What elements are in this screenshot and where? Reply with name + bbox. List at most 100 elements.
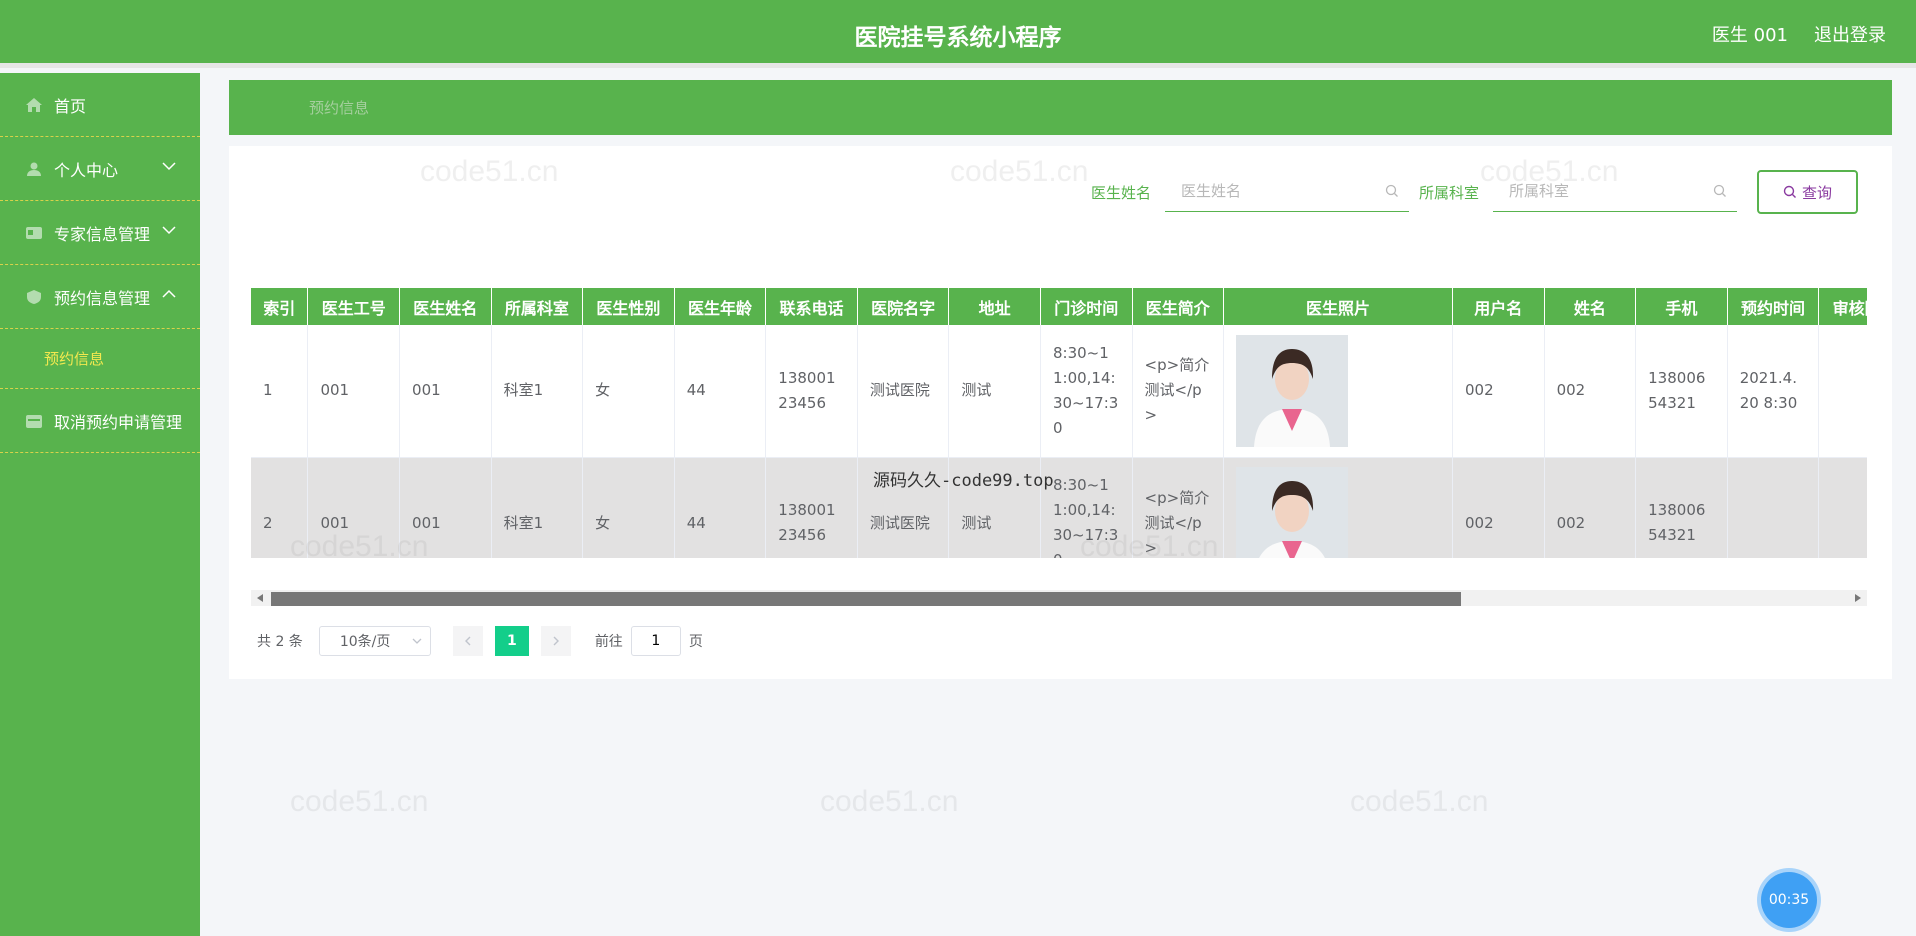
- column-header: 医院名字: [857, 288, 950, 325]
- doctor-name-input[interactable]: [1164, 172, 1365, 210]
- cell-appointment-time: [1727, 457, 1820, 558]
- cell-doctor-name: 001: [399, 457, 492, 558]
- query-button-label: 查询: [1801, 183, 1832, 202]
- chevron-right-icon: [553, 636, 559, 646]
- sidebar-item-label: 首页: [54, 96, 87, 116]
- cell-mobile: 13800654321: [1635, 457, 1728, 558]
- goto-label: 前往: [594, 634, 623, 650]
- column-header: 手机: [1635, 288, 1728, 325]
- cell-name: 002: [1544, 325, 1637, 458]
- cell-hospital: 测试医院: [857, 325, 950, 458]
- sidebar-subitem-appointment-info[interactable]: 预约信息: [0, 329, 200, 389]
- cell-username: 002: [1452, 457, 1545, 558]
- column-header: 联系电话: [765, 288, 858, 325]
- column-header: 用户名: [1452, 288, 1545, 325]
- page-unit: 页: [688, 634, 703, 650]
- department-box: [1493, 172, 1737, 212]
- doctor-photo: [1236, 467, 1349, 558]
- cell-gender: 女: [582, 325, 675, 458]
- pagination: 共 2 条 10条/页 1 前往 页: [257, 626, 703, 656]
- search-icon: [1385, 184, 1398, 197]
- cell-photo: [1223, 457, 1454, 558]
- sidebar-item-label: 个人中心: [54, 160, 119, 180]
- search-icon: [1783, 185, 1796, 198]
- next-page-button[interactable]: [540, 626, 571, 656]
- total-count: 共 2 条: [257, 634, 303, 650]
- goto-page-input[interactable]: [630, 626, 681, 656]
- cell-doctor-id: 001: [307, 325, 401, 458]
- sidebar-item-personal-center[interactable]: 个人中心: [0, 137, 200, 201]
- shield-icon: [27, 289, 41, 304]
- cell-gender: 女: [582, 457, 675, 558]
- cell-age: 44: [674, 325, 767, 458]
- doctor-photo: [1236, 334, 1349, 447]
- logout-button[interactable]: 退出登录: [1814, 21, 1886, 47]
- sidebar-item-expert-management[interactable]: 专家信息管理: [0, 201, 200, 265]
- column-header: 医生简介: [1132, 288, 1225, 325]
- prev-page-button[interactable]: [452, 626, 483, 656]
- chevron-down-icon: [162, 226, 176, 235]
- cell-review-reply: [1818, 325, 1867, 458]
- column-header: 地址: [948, 288, 1041, 325]
- cell-address: 测试: [948, 325, 1041, 458]
- column-header: 预约时间: [1727, 288, 1820, 325]
- cell-hospital: 测试医院: [857, 457, 950, 558]
- search-form: 医生姓名 所属科室 查询: [1091, 170, 1858, 214]
- scroll-left-icon[interactable]: [257, 594, 263, 602]
- current-user[interactable]: 医生 001: [1712, 21, 1788, 47]
- chevron-up-icon: [162, 289, 176, 298]
- top-bar: 医院挂号系统小程序 医生 001 退出登录: [0, 0, 1916, 68]
- appointment-table: 索引 医生工号 医生姓名 所属科室 医生性别 医生年龄 联系电话 医院名字 地址…: [251, 288, 1867, 558]
- cell-phone: 13800123456: [765, 325, 858, 458]
- page-size-select[interactable]: 10条/页: [318, 626, 431, 656]
- page-number[interactable]: 1: [494, 626, 529, 656]
- cell-clinic-time: 8:30~11:00,14:30~17:30: [1040, 457, 1133, 558]
- table-row[interactable]: 1 001 001 科室1 女 44 13800123456 测试医院 测试 8…: [251, 325, 1867, 458]
- cell-appointment-time: 2021.4.20 8:30: [1727, 325, 1820, 458]
- cell-doctor-id: 001: [307, 457, 401, 558]
- sidebar-item-appointment-management[interactable]: 预约信息管理: [0, 265, 200, 329]
- breadcrumb: 预约信息: [229, 80, 1892, 135]
- cell-department: 科室1: [491, 457, 584, 558]
- column-header: 医生性别: [582, 288, 675, 325]
- sidebar-item-home[interactable]: 首页: [0, 73, 200, 137]
- column-header: 医生年龄: [674, 288, 767, 325]
- cell-doctor-name: 001: [399, 325, 492, 458]
- id-card-icon: [26, 226, 42, 239]
- query-button[interactable]: 查询: [1757, 170, 1858, 214]
- cell-intro: <p>简介测试</p>: [1132, 325, 1225, 458]
- page-size-value: 10条/页: [339, 634, 391, 650]
- sidebar-item-cancel-requests[interactable]: 取消预约申请管理: [0, 389, 200, 453]
- scrollbar-thumb[interactable]: [271, 592, 1461, 606]
- cell-address: 测试: [948, 457, 1041, 558]
- search-icon: [1713, 184, 1726, 197]
- department-input[interactable]: [1493, 172, 1693, 210]
- table-header-row: 索引 医生工号 医生姓名 所属科室 医生性别 医生年龄 联系电话 医院名字 地址…: [251, 288, 1867, 325]
- department-label: 所属科室: [1418, 183, 1479, 202]
- cell-photo: [1223, 325, 1454, 458]
- chevron-down-icon: [162, 162, 176, 171]
- column-header: 门诊时间: [1040, 288, 1133, 325]
- home-icon: [26, 97, 42, 112]
- cell-intro: <p>简介测试</p>: [1132, 457, 1225, 558]
- cell-clinic-time: 8:30~11:00,14:30~17:30: [1040, 325, 1133, 458]
- sidebar: 首页 个人中心 专家信息管理 预约信息管理 预约信息 取消预约申请管理: [0, 73, 200, 936]
- recording-timer[interactable]: 00:35: [1761, 872, 1817, 928]
- background-watermark: code51.cn: [1350, 785, 1489, 818]
- app-title: 医院挂号系统小程序: [854, 25, 1062, 51]
- doctor-name-box: [1164, 172, 1409, 212]
- table-row[interactable]: 2 001 001 科室1 女 44 13800123456 测试医院 测试 8…: [251, 457, 1867, 558]
- sidebar-item-label: 专家信息管理: [54, 224, 151, 244]
- sidebar-item-label: 预约信息管理: [54, 288, 151, 308]
- column-header: 审核回复: [1818, 288, 1867, 325]
- cell-department: 科室1: [491, 325, 584, 458]
- cell-review-reply: [1818, 457, 1867, 558]
- column-header: 索引: [251, 288, 309, 325]
- doctor-name-label: 医生姓名: [1090, 183, 1151, 202]
- column-header: 医生照片: [1223, 288, 1454, 325]
- cell-username: 002: [1452, 325, 1545, 458]
- horizontal-scrollbar[interactable]: [251, 590, 1867, 606]
- breadcrumb-current: 预约信息: [309, 99, 370, 117]
- scroll-right-icon[interactable]: [1855, 594, 1861, 602]
- column-header: 所属科室: [491, 288, 584, 325]
